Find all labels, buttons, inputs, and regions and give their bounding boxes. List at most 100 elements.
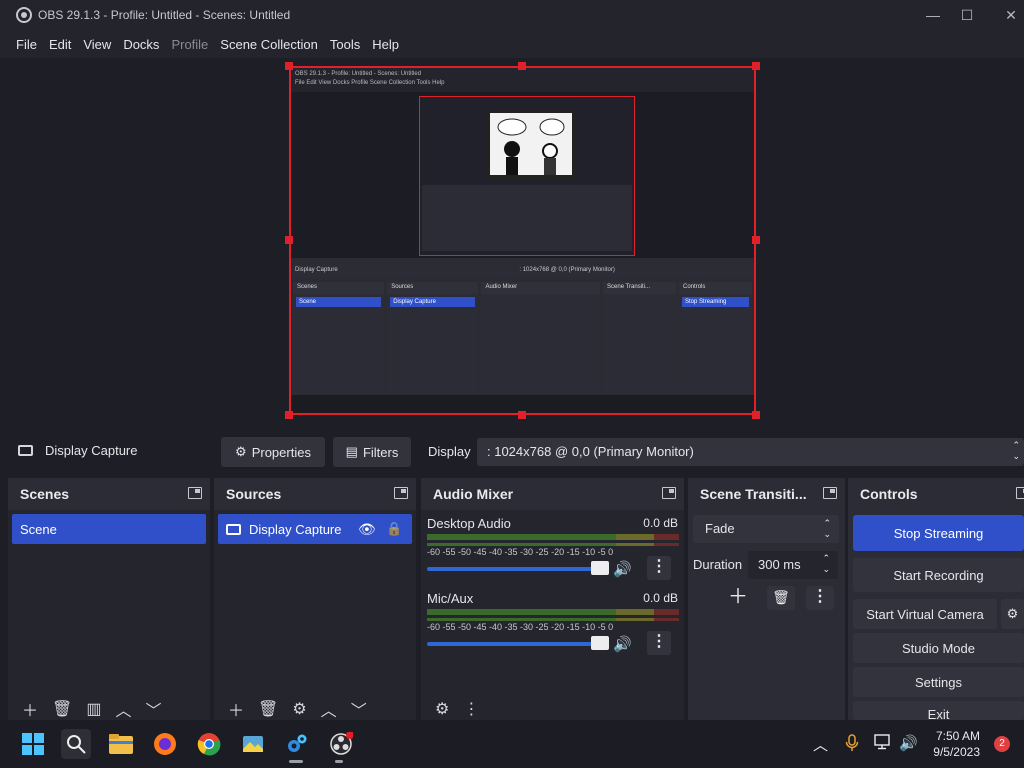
source-item[interactable]: Display Capture 👁 🔒 [218, 514, 412, 544]
chevron-down-icon[interactable]: ﹀ [351, 697, 367, 721]
add-transition-button[interactable]: ＋ [726, 586, 750, 610]
search-icon [67, 735, 86, 754]
menu-scene-collection[interactable]: Scene Collection [220, 37, 318, 52]
display-capture-preview[interactable]: OBS 29.1.3 - Profile: Untitled - Scenes:… [289, 66, 756, 415]
clock[interactable]: 7:50 AM 9/5/2023 [933, 728, 980, 760]
volume-slider-handle[interactable] [591, 561, 609, 575]
float-dock-icon[interactable] [188, 487, 202, 499]
preview-canvas[interactable]: OBS 29.1.3 - Profile: Untitled - Scenes:… [0, 58, 1024, 430]
menu-file[interactable]: File [16, 37, 37, 52]
menu-docks[interactable]: Docks [123, 37, 159, 52]
menu-edit[interactable]: Edit [49, 37, 71, 52]
resize-handle-bl[interactable] [285, 411, 293, 419]
spin-arrows-icon[interactable]: ⌃ ⌄ [822, 553, 830, 575]
volume-slider[interactable] [427, 642, 605, 646]
float-dock-icon[interactable] [662, 487, 676, 499]
more-icon[interactable]: ⋮ [463, 699, 479, 719]
virtual-camera-settings-button[interactable]: ⚙ [1001, 599, 1024, 629]
close-button[interactable]: ✕ [988, 0, 1024, 30]
add-icon[interactable]: ＋ [228, 697, 244, 721]
audio-mixer-dock: Audio Mixer Desktop Audio 0.0 dB -60 -55… [421, 478, 684, 720]
obs-logo-icon [16, 7, 32, 23]
transition-value: Fade [705, 521, 735, 536]
nested-controls-dock: Controls Stop Streaming [679, 282, 752, 394]
start-virtual-camera-button[interactable]: Start Virtual Camera [853, 599, 997, 629]
settings-gears-icon[interactable] [282, 729, 312, 759]
transition-select[interactable]: Fade ⌃ ⌄ [693, 515, 839, 543]
transitions-title: Scene Transiti... [700, 486, 807, 502]
notification-badge[interactable]: 2 [994, 736, 1010, 752]
resize-handle-tr[interactable] [752, 62, 760, 70]
scenes-dock: Scenes Scene ＋ 🗑 ▥ ︿ ﹀ [8, 478, 210, 720]
trash-icon[interactable]: 🗑 [52, 699, 72, 719]
search-button[interactable] [61, 729, 91, 759]
duration-input[interactable]: 300 ms ⌃ ⌄ [748, 551, 838, 579]
nested-docks [422, 185, 632, 251]
nested-scenes-dock: Scenes Scene [293, 282, 385, 394]
resize-handle-l[interactable] [285, 236, 293, 244]
add-icon[interactable]: ＋ [22, 697, 38, 721]
monitor-icon [226, 523, 241, 535]
display-select[interactable]: : 1024x768 @ 0,0 (Primary Monitor) ⌃ ⌄ [477, 438, 1024, 466]
file-explorer-icon[interactable] [106, 729, 136, 759]
exit-button[interactable]: Exit [853, 701, 1024, 720]
menu-tools[interactable]: Tools [330, 37, 360, 52]
eye-icon[interactable]: 👁 [358, 521, 376, 538]
menu-profile[interactable]: Profile [171, 37, 208, 52]
scenes-list: Scene ＋ 🗑 ▥ ︿ ﹀ [8, 510, 210, 720]
remove-transition-button[interactable]: 🗑 [767, 586, 795, 610]
transition-options-button[interactable]: ⋮ [806, 586, 834, 610]
chevron-down-icon[interactable]: ﹀ [145, 697, 161, 721]
chevron-up-icon[interactable]: ︿ [813, 734, 828, 755]
obs-icon[interactable] [326, 729, 356, 759]
chevron-up-icon[interactable]: ︿ [321, 697, 337, 721]
studio-mode-button[interactable]: Studio Mode [853, 633, 1024, 663]
filter-icon[interactable]: ▥ [86, 699, 101, 719]
level-meter [427, 534, 679, 540]
resize-handle-r[interactable] [752, 236, 760, 244]
resize-handle-br[interactable] [752, 411, 760, 419]
volume-slider-handle[interactable] [591, 636, 609, 650]
more-options-button[interactable]: ⋮ [647, 556, 671, 580]
more-options-button[interactable]: ⋮ [647, 631, 671, 655]
resize-handle-t[interactable] [518, 62, 526, 70]
gear-icon: ⚙ [235, 444, 247, 459]
chevron-up-icon[interactable]: ︿ [115, 697, 131, 721]
nested-source-item: Display Capture [390, 297, 476, 307]
windows-icon [22, 733, 44, 755]
float-dock-icon[interactable] [394, 487, 408, 499]
gear-icon[interactable]: ⚙ [435, 699, 449, 719]
duration-value: 300 ms [758, 557, 801, 572]
menu-help[interactable]: Help [372, 37, 399, 52]
menu-view[interactable]: View [83, 37, 111, 52]
speaker-icon[interactable]: 🔊 [613, 560, 632, 578]
start-button[interactable] [18, 729, 48, 759]
stop-streaming-button[interactable]: Stop Streaming [853, 515, 1024, 551]
volume-slider[interactable] [427, 567, 605, 571]
maximize-button[interactable]: ☐ [944, 0, 990, 30]
lock-icon[interactable]: 🔒 [386, 521, 402, 537]
network-icon[interactable] [874, 734, 892, 754]
nested-title: OBS 29.1.3 - Profile: Untitled - Scenes:… [295, 71, 422, 77]
filters-button[interactable]: ▤ Filters [333, 437, 411, 467]
nested-audio-dock: Audio Mixer [481, 282, 601, 394]
settings-button[interactable]: Settings [853, 667, 1024, 697]
gear-icon[interactable]: ⚙ [292, 699, 306, 719]
title-bar: OBS 29.1.3 - Profile: Untitled - Scenes:… [0, 0, 1024, 30]
microphone-icon[interactable] [845, 734, 859, 756]
volume-icon[interactable]: 🔊 [899, 734, 918, 752]
resize-handle-tl[interactable] [285, 62, 293, 70]
trash-icon[interactable]: 🗑 [258, 699, 278, 719]
current-source: Display Capture [18, 443, 138, 458]
speaker-icon[interactable]: 🔊 [613, 635, 632, 653]
float-dock-icon[interactable] [823, 487, 837, 499]
firefox-icon[interactable] [150, 729, 180, 759]
scenes-title: Scenes [20, 486, 70, 502]
chrome-icon[interactable] [194, 729, 224, 759]
float-dock-icon[interactable] [1016, 487, 1024, 499]
properties-button[interactable]: ⚙ Properties [221, 437, 325, 467]
start-recording-button[interactable]: Start Recording [853, 558, 1024, 592]
scene-item[interactable]: Scene [12, 514, 206, 544]
photos-app-icon[interactable] [238, 729, 268, 759]
resize-handle-b[interactable] [518, 411, 526, 419]
